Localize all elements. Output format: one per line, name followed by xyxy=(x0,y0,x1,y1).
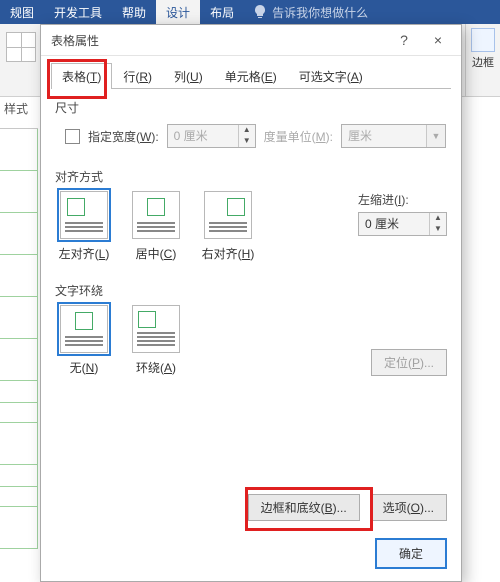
borders-shading-button[interactable]: 边框和底纹(B)... xyxy=(248,494,360,521)
width-spinner: 0 厘米 ▲▼ xyxy=(167,124,256,148)
lightbulb-icon xyxy=(254,5,266,19)
text-wrap-group: 文字环绕 无(N) 环绕(A) 定位(P)... xyxy=(51,268,451,376)
styles-label: 样式 xyxy=(4,100,28,117)
spin-up-icon[interactable]: ▲ xyxy=(430,213,446,224)
align-right-option[interactable]: 右对齐(H) xyxy=(199,191,257,262)
unit-value: 厘米 xyxy=(342,125,426,147)
align-center-label: 居中(C) xyxy=(127,245,185,262)
unit-combo: 厘米 ▼ xyxy=(341,124,446,148)
ribbon-tab-devtools[interactable]: 开发工具 xyxy=(44,0,112,24)
align-center-option[interactable]: 居中(C) xyxy=(127,191,185,262)
wrap-none-option[interactable]: 无(N) xyxy=(55,305,113,376)
tab-row[interactable]: 行(R) xyxy=(112,63,163,89)
table-style-icon[interactable] xyxy=(6,32,36,62)
dialog-title: 表格属性 xyxy=(51,32,99,49)
unit-label: 度量单位(M): xyxy=(264,128,333,145)
specify-width-label: 指定宽度(W): xyxy=(88,128,159,145)
size-legend: 尺寸 xyxy=(55,99,451,116)
left-indent-value: 0 厘米 xyxy=(359,213,429,235)
align-left-option[interactable]: 左对齐(L) xyxy=(55,191,113,262)
help-button[interactable]: ? xyxy=(387,26,421,54)
border-label: 边框 xyxy=(466,54,500,70)
ribbon-tab-view[interactable]: 规图 xyxy=(0,0,44,24)
search-placeholder: 告诉我你想做什么 xyxy=(272,4,368,21)
spin-down-icon[interactable]: ▼ xyxy=(430,224,446,235)
border-styles-panel: 边框 xyxy=(465,24,500,96)
tab-column[interactable]: 列(U) xyxy=(163,63,214,89)
spin-down-icon: ▼ xyxy=(239,136,255,147)
dialog-tabs: 表格(T) 行(R) 列(U) 单元格(E) 可选文字(A) xyxy=(51,62,451,89)
wrap-around-label: 环绕(A) xyxy=(127,359,185,376)
wrap-none-label: 无(N) xyxy=(55,359,113,376)
border-style-swatch[interactable] xyxy=(471,28,495,52)
chevron-down-icon: ▼ xyxy=(426,125,445,147)
ok-button[interactable]: 确定 xyxy=(375,538,447,569)
align-right-label: 右对齐(H) xyxy=(199,245,257,262)
dialog-titlebar: 表格属性 ? × xyxy=(41,25,461,56)
ribbon-tab-layout[interactable]: 布局 xyxy=(200,0,244,24)
align-left-label: 左对齐(L) xyxy=(55,245,113,262)
alignment-legend: 对齐方式 xyxy=(55,168,447,185)
ribbon-tab-design[interactable]: 设计 xyxy=(156,0,200,24)
tab-cell[interactable]: 单元格(E) xyxy=(214,63,288,89)
left-indent-label: 左缩进(I): xyxy=(358,191,447,208)
wrap-around-option[interactable]: 环绕(A) xyxy=(127,305,185,376)
left-indent-spinner[interactable]: 0 厘米 ▲▼ xyxy=(358,212,447,236)
text-wrap-legend: 文字环绕 xyxy=(55,282,447,299)
position-button: 定位(P)... xyxy=(371,349,447,376)
specify-width-checkbox[interactable] xyxy=(65,129,80,144)
close-button[interactable]: × xyxy=(421,26,455,54)
ribbon-tab-help[interactable]: 帮助 xyxy=(112,0,156,24)
tab-alt-text[interactable]: 可选文字(A) xyxy=(288,63,374,89)
spin-up-icon: ▲ xyxy=(239,125,255,136)
tab-table[interactable]: 表格(T) xyxy=(51,63,112,89)
document-table-peek xyxy=(0,128,38,581)
table-properties-dialog: 表格属性 ? × 表格(T) 行(R) 列(U) 单元格(E) 可选文字(A) … xyxy=(40,24,462,582)
alignment-group: 对齐方式 左对齐(L) 居中(C) 右对齐(H) 左缩进(I): xyxy=(51,158,451,262)
options-button[interactable]: 选项(O)... xyxy=(370,494,447,521)
width-value: 0 厘米 xyxy=(168,125,238,147)
ribbon-search[interactable]: 告诉我你想做什么 xyxy=(244,0,500,24)
ribbon-tabs: 规图 开发工具 帮助 设计 布局 告诉我你想做什么 xyxy=(0,0,500,24)
